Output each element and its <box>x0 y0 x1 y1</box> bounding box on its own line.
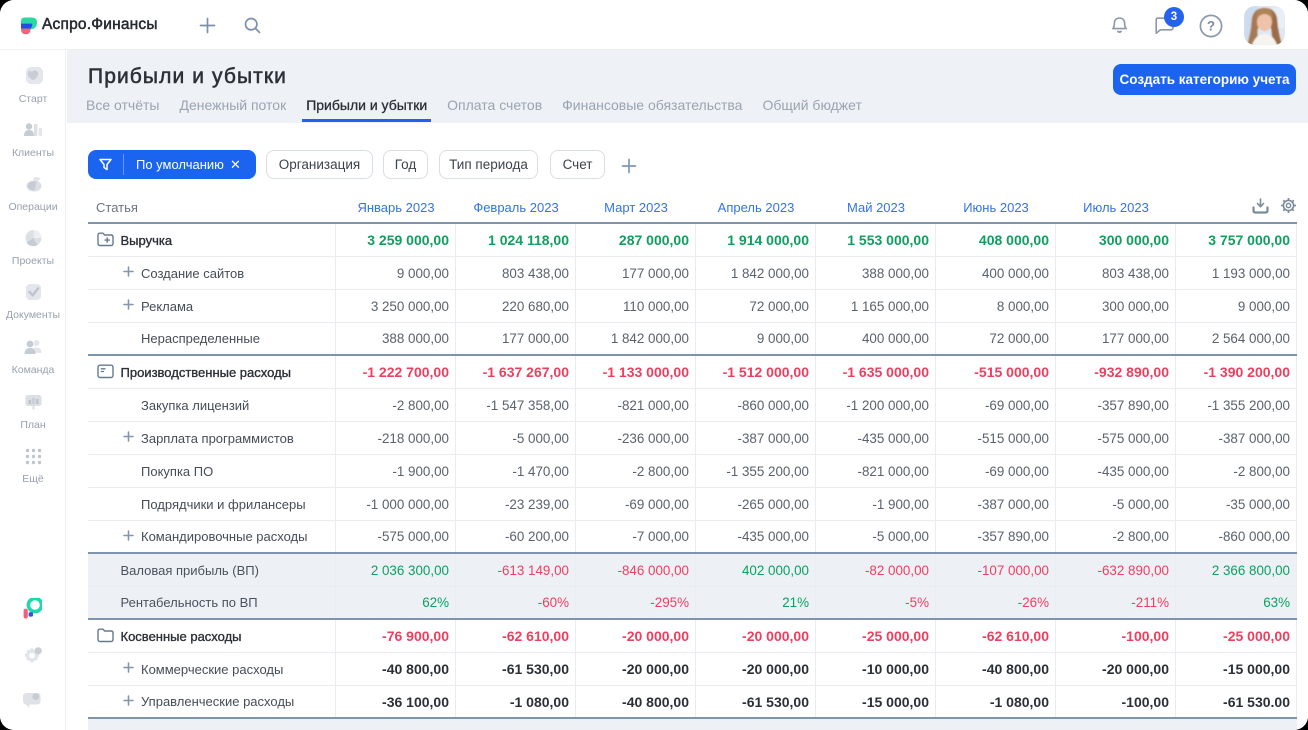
svg-text:?: ? <box>1207 19 1215 34</box>
